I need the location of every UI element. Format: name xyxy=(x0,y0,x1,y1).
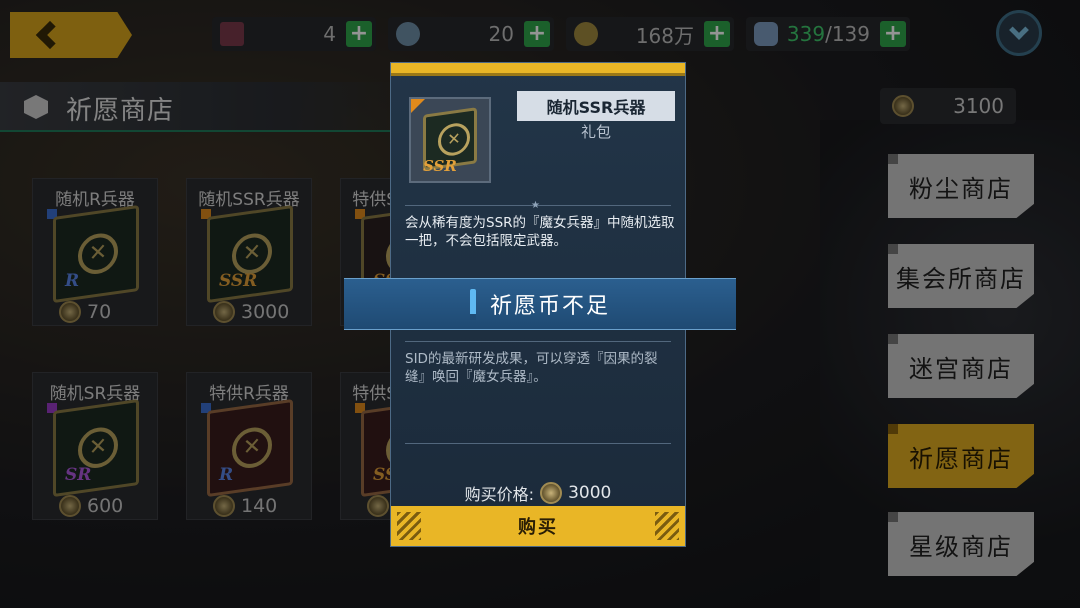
divider xyxy=(405,443,671,444)
insufficient-funds-toast: 祈愿币不足 xyxy=(344,278,736,330)
exclamation-icon xyxy=(469,289,476,320)
item-subtitle: 礼包 xyxy=(580,123,611,141)
star-icon: ★ xyxy=(531,200,540,211)
rarity-corner xyxy=(411,99,425,113)
buy-button[interactable]: 购买 xyxy=(391,506,685,546)
wish-coin-icon xyxy=(540,482,563,504)
toast-message: 祈愿币不足 xyxy=(489,294,610,319)
rarity-label: SSR xyxy=(423,157,457,175)
dialog-top-stripe xyxy=(391,63,685,76)
price-label: 购买价格: xyxy=(464,485,535,504)
item-icon: SSR xyxy=(409,97,491,183)
purchase-price: 购买价格: 3000 xyxy=(391,481,685,505)
item-title: 随机SSR兵器 xyxy=(517,91,675,121)
divider xyxy=(405,341,671,342)
item-flavor-text: SID的最新研发成果，可以穿透『因果的裂缝』唤回『魔女兵器』。 xyxy=(405,351,658,385)
item-description: 会从稀有度为SSR的『魔女兵器』中随机选取一把，不会包括限定武器。 xyxy=(405,215,675,249)
price-value: 3000 xyxy=(568,483,612,503)
